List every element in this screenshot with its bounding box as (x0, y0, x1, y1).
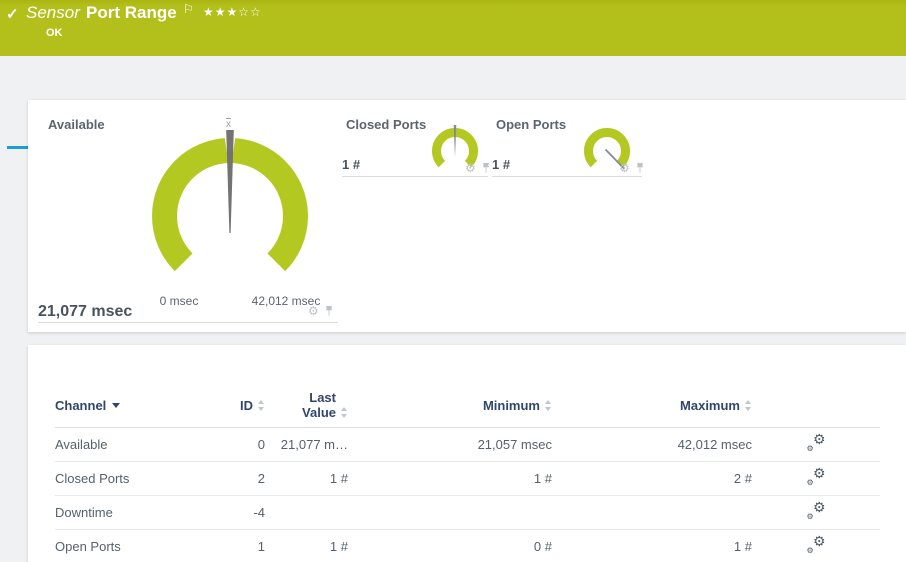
last-value-sort-icon[interactable] (341, 407, 348, 418)
channel-sort-caret-icon (112, 402, 121, 408)
open-ports-gauge-label: Open Ports (496, 117, 567, 132)
open-ports-gear-icon[interactable]: ⚙ (619, 162, 630, 174)
closed-ports-tile-divider (342, 176, 488, 177)
channels-header-row: Channel ID Last Value Minimum Maximum (55, 383, 880, 428)
available-gauge-needle (226, 130, 234, 233)
available-last-value: 21,077 msec (38, 303, 133, 320)
channel-maximum-cell: 2 # (552, 461, 752, 496)
gear-large-icon: ⚙ (812, 498, 826, 515)
available-tile-divider (38, 322, 338, 323)
maximum-sort-icon[interactable] (745, 399, 752, 411)
column-header-id-label: ID (240, 397, 253, 413)
channel-last-value-cell: 1 # (265, 529, 348, 562)
channel-minimum-cell: 21,057 msec (348, 427, 552, 462)
sensor-overview-page: ✓ Sensor Port Range ⚐ ★★★☆☆ OK Overview … (0, 0, 906, 562)
column-header-minimum-label: Minimum (482, 397, 540, 413)
column-header-last-value[interactable]: Last Value (265, 383, 348, 428)
gear-small-icon: ⚙ (806, 545, 814, 555)
column-header-channel[interactable]: Channel (55, 383, 205, 428)
channel-settings-icon[interactable]: ⚙ ⚙ (806, 464, 826, 487)
closed-ports-gauge-needle (453, 125, 457, 157)
channel-last-value-cell: 1 # (265, 461, 348, 496)
channel-id-cell: 2 (205, 461, 265, 496)
channel-settings-icon[interactable]: ⚙ ⚙ (806, 532, 826, 555)
channel-name-cell[interactable]: Downtime (55, 495, 205, 530)
table-row: Downtime -4 ⚙ ⚙ (55, 495, 880, 530)
available-tile-controls: ⚙ (308, 305, 334, 317)
ok-check-icon: ✓ (6, 6, 19, 23)
column-header-last-line2: Value (302, 405, 336, 420)
channel-last-value-cell (265, 495, 348, 530)
table-row: Available 0 21,077 m… 21,057 msec 42,012… (55, 427, 880, 462)
gear-large-icon: ⚙ (812, 430, 826, 447)
flag-icon[interactable]: ⚐ (183, 2, 194, 16)
channel-minimum-cell: 0 # (348, 529, 552, 562)
open-ports-gauge-arc (584, 128, 630, 168)
gear-small-icon: ⚙ (806, 511, 814, 521)
channel-settings-icon[interactable]: ⚙ ⚙ (806, 430, 826, 453)
table-row: Open Ports 1 1 # 0 # 1 # ⚙ ⚙ (55, 529, 880, 562)
channel-name-cell[interactable]: Open Ports (55, 529, 205, 562)
open-ports-tile-divider (492, 176, 642, 177)
available-gauge-label: Available (48, 117, 105, 132)
priority-stars[interactable]: ★★★☆☆ (203, 5, 262, 19)
channel-id-cell: 1 (205, 529, 265, 562)
channel-maximum-cell: 42,012 msec (552, 427, 752, 462)
closed-ports-tile-controls: ⚙ (465, 162, 491, 174)
average-marker: x (226, 119, 231, 130)
open-ports-pin-icon[interactable] (635, 162, 645, 174)
column-header-minimum[interactable]: Minimum (348, 383, 552, 428)
channel-id-cell: -4 (205, 495, 265, 530)
minimum-sort-icon[interactable] (545, 399, 552, 411)
open-ports-tile-controls: ⚙ (619, 162, 645, 174)
channel-last-value-cell: 21,077 m… (265, 427, 348, 462)
gear-large-icon: ⚙ (812, 464, 826, 481)
channel-id-cell: 0 (205, 427, 265, 462)
channel-name-cell[interactable]: Closed Ports (55, 461, 205, 496)
column-header-id[interactable]: ID (205, 383, 265, 428)
status-badge: OK (46, 27, 63, 39)
gear-small-icon: ⚙ (806, 477, 814, 487)
open-ports-last-value: 1 # (492, 157, 511, 172)
column-header-maximum[interactable]: Maximum (552, 383, 752, 428)
channel-name-cell[interactable]: Available (55, 427, 205, 462)
column-header-actions (752, 383, 880, 428)
closed-ports-last-value: 1 # (342, 157, 361, 172)
column-header-last-line1: Last (309, 390, 336, 405)
sensor-status-banner: ✓ Sensor Port Range ⚐ ★★★☆☆ OK (0, 0, 906, 56)
gear-small-icon: ⚙ (806, 443, 814, 453)
channel-maximum-cell (552, 495, 752, 530)
sensor-name: Port Range (86, 3, 177, 22)
closed-ports-gear-icon[interactable]: ⚙ (465, 162, 476, 174)
available-pin-icon[interactable] (324, 305, 334, 317)
object-kind-label: Sensor (26, 3, 80, 22)
channel-minimum-cell: 1 # (348, 461, 552, 496)
gear-large-icon: ⚙ (812, 532, 826, 549)
channels-table: Channel ID Last Value Minimum Maximum Av… (55, 383, 880, 562)
available-gear-icon[interactable]: ⚙ (308, 305, 319, 317)
id-sort-icon[interactable] (258, 399, 265, 411)
closed-ports-pin-icon[interactable] (481, 162, 491, 174)
column-header-channel-label: Channel (55, 397, 107, 413)
channels-panel: Channel ID Last Value Minimum Maximum Av… (28, 345, 906, 562)
table-row: Closed Ports 2 1 # 1 # 2 # ⚙ ⚙ (55, 461, 880, 496)
tab-bar: Overview Live Data 2 days 30 days 365 da… (0, 56, 906, 149)
channel-settings-icon[interactable]: ⚙ ⚙ (806, 498, 826, 521)
column-header-maximum-label: Maximum (680, 397, 740, 413)
channel-maximum-cell: 1 # (552, 529, 752, 562)
channel-minimum-cell (348, 495, 552, 530)
available-scale-min: 0 msec (159, 294, 199, 308)
gauges-panel: Available x 0 msec 42,012 msec 21,077 ms… (28, 100, 906, 332)
closed-ports-gauge-label: Closed Ports (346, 117, 427, 132)
